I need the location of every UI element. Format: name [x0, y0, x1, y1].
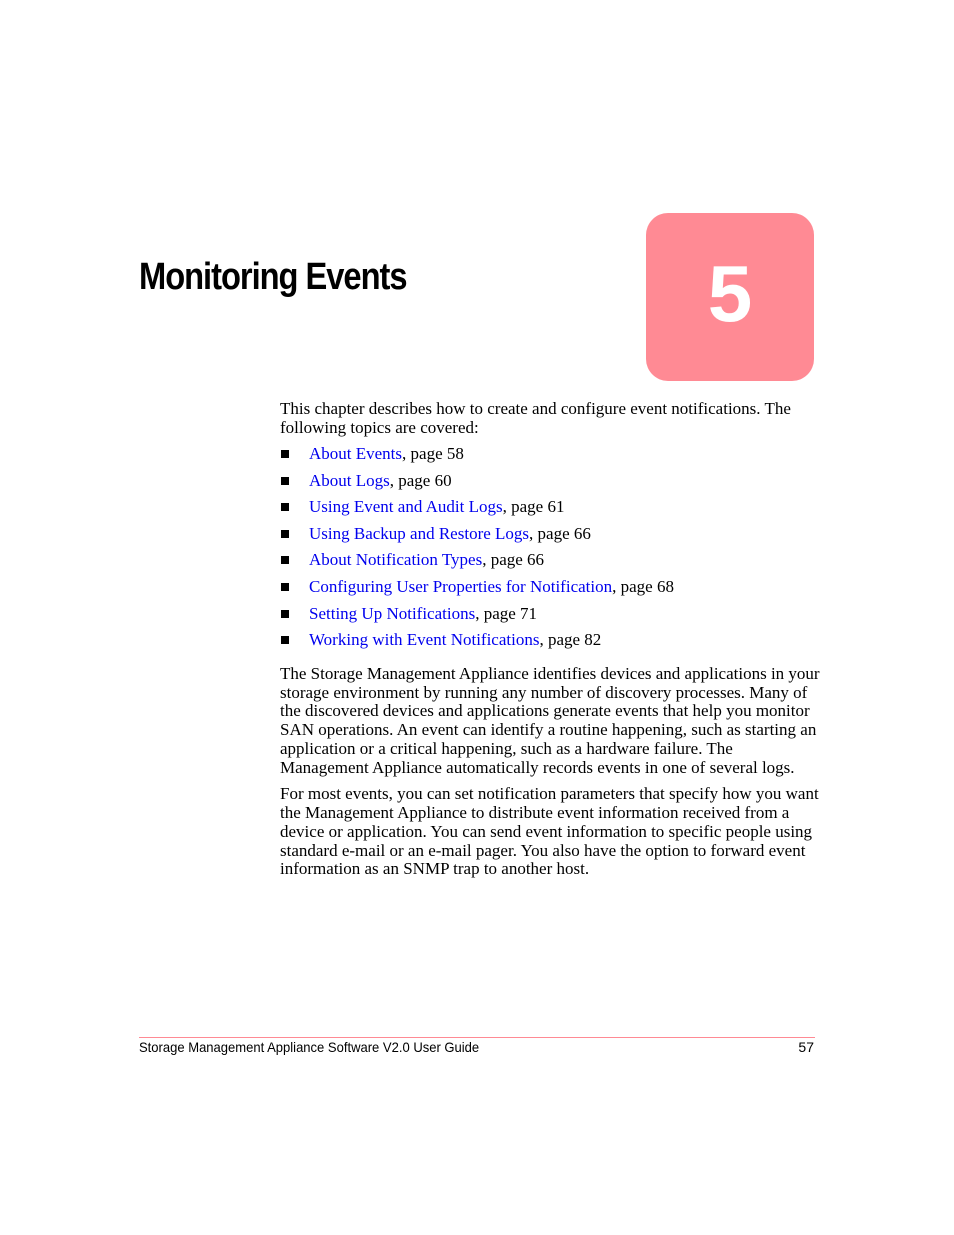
topic-link[interactable]: About Events: [309, 444, 402, 463]
chapter-number: 5: [707, 249, 753, 338]
topic-link[interactable]: Using Backup and Restore Logs: [309, 524, 529, 543]
topic-page: , page 68: [612, 577, 674, 597]
topic-page: , page 61: [502, 497, 565, 517]
list-item: About Events, page 58: [280, 444, 820, 472]
topic-page: , page 71: [475, 603, 538, 623]
list-item: About Notification Types, page 66: [280, 551, 820, 578]
square-bullet-icon: [281, 529, 289, 538]
topic-page: , page 66: [482, 550, 545, 570]
topic-page: , page 60: [389, 470, 452, 490]
list-item: Configuring User Properties for Notifica…: [280, 577, 820, 605]
chapter-title: Monitoring Events: [139, 256, 408, 298]
topic-link[interactable]: About Logs: [309, 471, 390, 490]
list-item: Setting Up Notifications, page 71: [280, 603, 820, 632]
topic-page: , page 66: [529, 523, 591, 543]
square-bullet-icon: [281, 636, 289, 645]
square-bullet-icon: [281, 556, 289, 565]
chapter-body: This chapter describes how to create and…: [280, 399, 820, 887]
topic-link[interactable]: Using Event and Audit Logs: [309, 497, 503, 516]
list-item: About Logs, page 60: [280, 470, 820, 499]
body-paragraph: For most events, you can set notificatio…: [280, 784, 819, 879]
topics-list: About Events, page 58 About Logs, page 6…: [280, 444, 820, 658]
square-bullet-icon: [281, 609, 289, 618]
footer-title: Storage Management Appliance Software V2…: [139, 1039, 480, 1055]
topic-link[interactable]: Working with Event Notifications: [309, 630, 539, 649]
topic-page: , page 82: [539, 630, 602, 650]
list-item: Using Backup and Restore Logs, page 66: [280, 523, 820, 552]
intro-paragraph: This chapter describes how to create and…: [280, 399, 791, 437]
body-paragraph: The Storage Management Appliance identif…: [280, 663, 820, 777]
chapter-number-badge: 5: [646, 213, 814, 381]
square-bullet-icon: [281, 503, 289, 512]
topic-page: , page 58: [402, 444, 464, 464]
topic-link[interactable]: About Notification Types: [309, 550, 482, 570]
topic-link[interactable]: Configuring User Properties for Notifica…: [309, 577, 612, 596]
list-item: Using Event and Audit Logs, page 61: [280, 497, 820, 525]
footer-divider: [139, 1037, 815, 1038]
square-bullet-icon: [281, 450, 289, 459]
list-item: Working with Event Notifications, page 8…: [280, 630, 820, 658]
square-bullet-icon: [281, 583, 289, 592]
topic-link[interactable]: Setting Up Notifications: [309, 604, 475, 623]
square-bullet-icon: [281, 476, 289, 485]
page-number: 57: [798, 1039, 814, 1055]
